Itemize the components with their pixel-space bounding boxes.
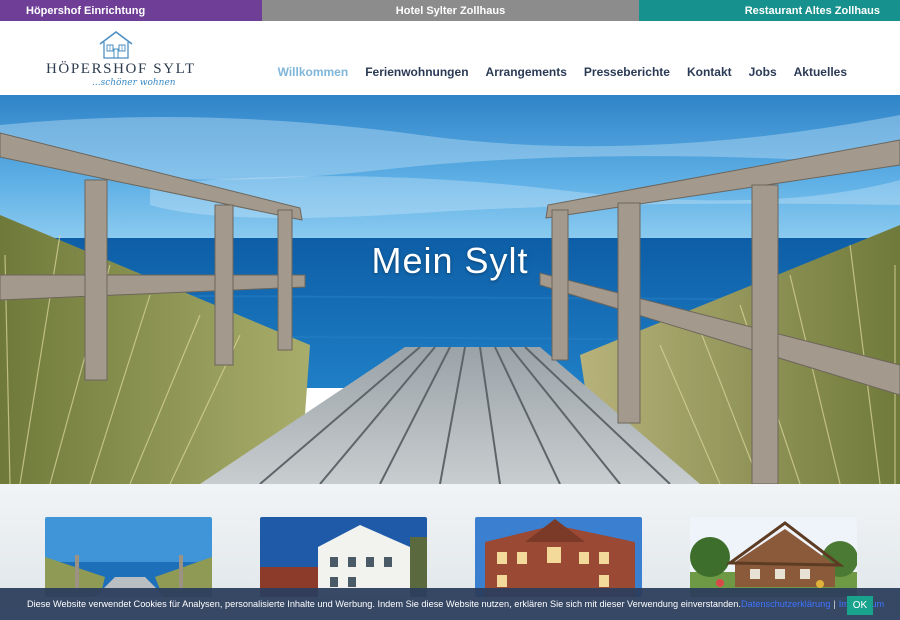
logo-name: HÖPERSHOF SYLT: [46, 61, 196, 77]
site-logo[interactable]: HÖPERSHOF SYLT ...schöner wohnen: [46, 30, 194, 90]
cookie-banner: Diese Website verwendet Cookies für Anal…: [0, 588, 900, 620]
nav-item-willkommen[interactable]: Willkommen: [278, 65, 349, 79]
site-header: HÖPERSHOF SYLT ...schöner wohnen Willkom…: [0, 21, 900, 95]
nav-item-arrangements[interactable]: Arrangements: [486, 65, 567, 79]
nav-item-jobs[interactable]: Jobs: [749, 65, 777, 79]
nav-item-kontakt[interactable]: Kontakt: [687, 65, 732, 79]
logo-tagline: ...schöner wohnen: [92, 78, 176, 88]
nav-item-presseberichte[interactable]: Presseberichte: [584, 65, 670, 79]
nav-item-ferienwohnungen[interactable]: Ferienwohnungen: [365, 65, 468, 79]
topbar-link-hotel[interactable]: Hotel Sylter Zollhaus: [262, 0, 639, 21]
boardwalk-thumbnail-image: [45, 517, 212, 597]
topbar-link-restaurant[interactable]: Restaurant Altes Zollhaus: [639, 0, 900, 21]
hero-banner: Mein Sylt: [0, 95, 900, 484]
cookie-ok-button[interactable]: OK: [847, 596, 873, 615]
cookie-text: Diese Website verwendet Cookies für Anal…: [27, 599, 741, 609]
teaser-tile-hotel[interactable]: [475, 517, 642, 597]
privacy-policy-link[interactable]: Datenschutzerklärung: [741, 599, 830, 609]
top-bar: Höpershof Einrichtung Hotel Sylter Zollh…: [0, 0, 900, 21]
main-nav: Willkommen Ferienwohnungen Arrangements …: [278, 65, 847, 79]
villa-thumbnail-image: [260, 517, 427, 597]
topbar-link-einrichtung[interactable]: Höpershof Einrichtung: [0, 0, 262, 21]
teaser-tile-beach[interactable]: [45, 517, 212, 597]
hotel-thumbnail-image: [475, 517, 642, 597]
restaurant-thumbnail-image: [690, 517, 857, 597]
teaser-tile-restaurant[interactable]: [690, 517, 857, 597]
hero-boardwalk-image: [0, 95, 900, 484]
nav-item-aktuelles[interactable]: Aktuelles: [794, 65, 847, 79]
cookie-link-separator: |: [833, 599, 836, 609]
teaser-tile-villa[interactable]: [260, 517, 427, 597]
house-logo-icon: [99, 31, 133, 59]
hero-title: Mein Sylt: [371, 240, 529, 281]
